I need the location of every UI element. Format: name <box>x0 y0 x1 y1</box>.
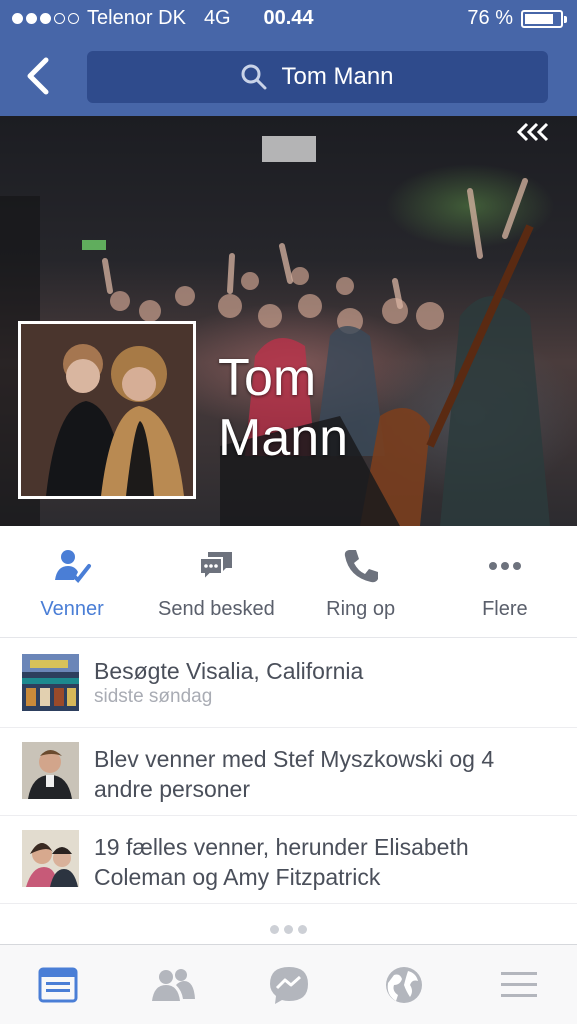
place-thumbnail <box>22 654 79 711</box>
tab-news-feed[interactable] <box>0 945 115 1024</box>
battery-icon <box>521 9 567 28</box>
tab-messenger[interactable] <box>231 945 346 1024</box>
call-label: Ring op <box>326 598 396 620</box>
search-icon <box>241 64 267 90</box>
news-feed-icon <box>38 967 78 1002</box>
chevrons-left-icon[interactable] <box>515 120 555 144</box>
top-bar: Telenor DK 4G 00.44 76 % Tom Mann <box>0 0 577 116</box>
send-message-label: Send besked <box>157 598 275 620</box>
see-more-dots[interactable] <box>0 925 577 934</box>
status-bar: Telenor DK 4G 00.44 76 % <box>0 6 577 32</box>
mutual-friends-thumbnail <box>22 830 79 887</box>
mutual-friends-text: 19 fælles venner, herunder Elisabeth Col… <box>94 834 469 890</box>
profile-photo <box>21 324 193 496</box>
menu-icon <box>501 971 538 997</box>
profile-intro-list: Besøgte Visalia, California sidste sønda… <box>0 640 577 904</box>
friends-label: Venner <box>40 598 104 620</box>
profile-name-line2: Mann <box>218 409 349 467</box>
profile-name: Tom Mann <box>218 348 348 468</box>
profile-name-line1: Tom <box>218 349 317 407</box>
list-item-visited[interactable]: Besøgte Visalia, California sidste sønda… <box>0 640 577 728</box>
more-label: Flere <box>482 598 528 620</box>
search-bar[interactable]: Tom Mann <box>87 51 548 103</box>
friends-button[interactable]: Venner <box>0 526 144 637</box>
new-friends-text: Blev venner med Stef Myszkowski og 4 and… <box>94 746 495 802</box>
send-message-button[interactable]: Send besked <box>144 526 288 637</box>
phone-icon <box>344 550 378 583</box>
tab-friend-requests[interactable] <box>115 945 230 1024</box>
list-item-mutual-friends[interactable]: 19 fælles venner, herunder Elisabeth Col… <box>0 816 577 904</box>
tab-notifications[interactable] <box>346 945 461 1024</box>
more-button[interactable]: Flere <box>433 526 577 637</box>
globe-icon <box>385 966 422 1003</box>
more-icon <box>488 562 521 570</box>
tab-bar <box>0 944 577 1024</box>
tab-menu[interactable] <box>462 945 577 1024</box>
profile-actions: Venner Send besked Ring op Flere <box>0 526 577 638</box>
messenger-icon <box>269 966 308 1004</box>
visited-time: sidste søndag <box>94 686 213 707</box>
profile-picture[interactable] <box>18 321 196 499</box>
battery-percent: 76 % <box>467 7 513 29</box>
friend-requests-icon <box>152 968 196 1001</box>
friends-check-icon <box>55 550 92 584</box>
cover-photo[interactable]: Tom Mann <box>0 116 577 526</box>
friend-thumbnail <box>22 742 79 799</box>
call-button[interactable]: Ring op <box>289 526 433 637</box>
list-item-new-friends[interactable]: Blev venner med Stef Myszkowski og 4 and… <box>0 728 577 816</box>
message-icon <box>199 552 233 583</box>
chevron-left-icon[interactable] <box>20 56 60 96</box>
visited-title: Besøgte Visalia, California <box>94 658 364 684</box>
search-text: Tom Mann <box>281 63 394 90</box>
